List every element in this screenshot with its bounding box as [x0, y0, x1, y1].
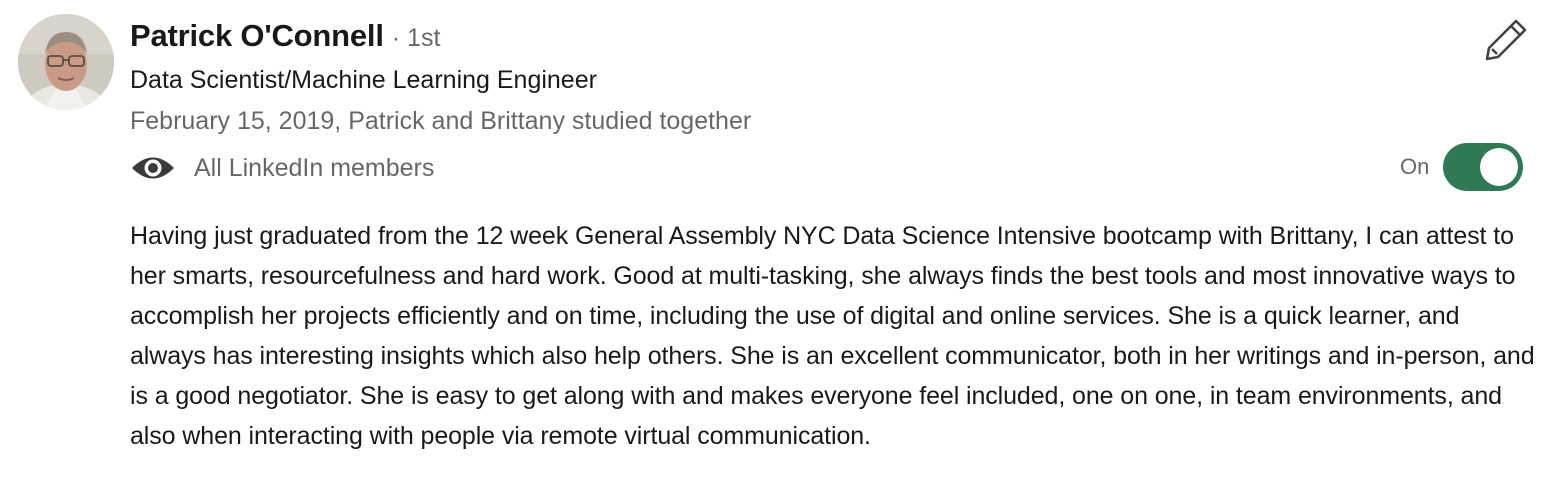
pencil-icon[interactable] [1484, 18, 1528, 62]
visibility-toggle[interactable] [1443, 143, 1524, 191]
visibility-toggle-group: On [1400, 142, 1524, 192]
recommendation-card: Patrick O'Connell · 1st Data Scientist/M… [0, 0, 1544, 502]
eye-icon [130, 148, 176, 188]
author-name[interactable]: Patrick O'Connell [130, 18, 384, 54]
toggle-knob [1480, 148, 1519, 186]
author-name-row: Patrick O'Connell · 1st [130, 18, 440, 62]
recommendation-text: Having just graduated from the 12 week G… [130, 222, 1535, 450]
visibility-label: All LinkedIn members [194, 153, 435, 182]
avatar[interactable] [18, 14, 114, 110]
author-headline: Data Scientist/Machine Learning Engineer [130, 66, 597, 94]
toggle-state-label: On [1400, 154, 1430, 179]
visibility-setting: All LinkedIn members [130, 148, 434, 188]
relationship-line: February 15, 2019, Patrick and Brittany … [130, 107, 752, 135]
avatar-photo [18, 14, 114, 110]
connection-degree: · 1st [391, 24, 441, 52]
